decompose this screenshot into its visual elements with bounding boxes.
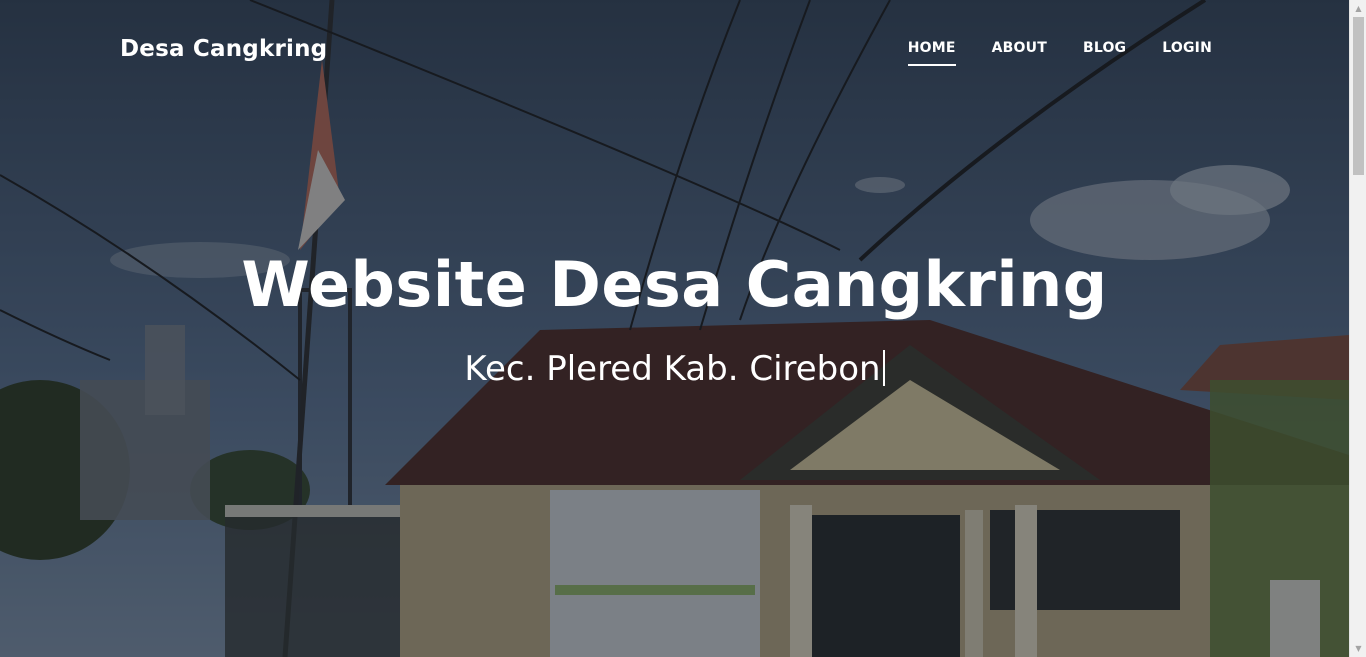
chevron-up-icon[interactable]: ▲	[1350, 0, 1366, 17]
hero-title: Website Desa Cangkring	[241, 248, 1108, 321]
scrollbar-thumb[interactable]	[1353, 17, 1364, 175]
browser-viewport: Desa Cangkring HOME ABOUT BLOG LOGIN Web…	[0, 0, 1366, 657]
chevron-down-icon[interactable]: ▼	[1350, 640, 1366, 657]
nav-link-home[interactable]: HOME	[907, 40, 956, 66]
hero-subtitle-typed: Kec. Plered Kab. Cirebon	[464, 347, 885, 391]
nav-link-about[interactable]: ABOUT	[992, 40, 1047, 66]
hero-subtitle-text: Kec. Plered Kab. Cirebon	[464, 349, 881, 389]
nav-link-blog[interactable]: BLOG	[1083, 40, 1126, 66]
vertical-scrollbar[interactable]: ▲ ▼	[1349, 0, 1366, 657]
typing-caret	[882, 350, 885, 386]
top-navbar: Desa Cangkring HOME ABOUT BLOG LOGIN	[0, 0, 1349, 100]
nav-menu: HOME ABOUT BLOG LOGIN	[872, 40, 1212, 66]
brand-logo-link[interactable]: Desa Cangkring	[120, 36, 327, 62]
nav-link-login[interactable]: LOGIN	[1162, 40, 1212, 66]
hero-content: Website Desa Cangkring Kec. Plered Kab. …	[0, 245, 1349, 391]
